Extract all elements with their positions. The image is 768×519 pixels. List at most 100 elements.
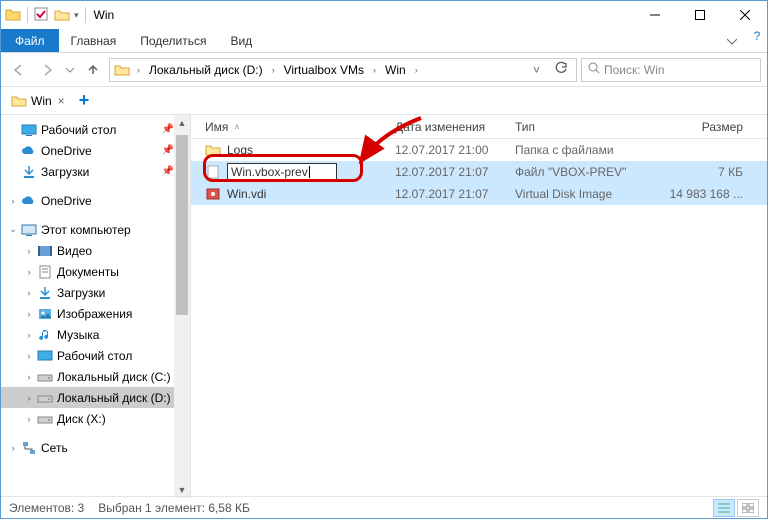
download-icon: [37, 285, 53, 301]
file-date: 12.07.2017 21:07: [389, 187, 509, 201]
folder-tab-label: Win: [31, 94, 52, 108]
column-headers: Имя˄ Дата изменения Тип Размер: [191, 115, 767, 139]
new-tab-button[interactable]: +: [79, 90, 90, 111]
tree-item-downloads[interactable]: Загрузки📌: [1, 161, 190, 182]
folder-tab[interactable]: Win ×: [5, 91, 71, 111]
breadcrumb-item[interactable]: Virtualbox VMs: [280, 63, 368, 77]
breadcrumb-item[interactable]: Локальный диск (D:): [145, 63, 267, 77]
drive-icon: [37, 411, 53, 427]
desktop-icon: [37, 348, 53, 364]
folder-icon: [114, 62, 130, 78]
folder-tabstrip: Win × +: [1, 87, 767, 115]
rename-input[interactable]: Win.vbox-prev: [227, 163, 337, 181]
disk-image-icon: [205, 186, 221, 202]
refresh-button[interactable]: [548, 61, 574, 78]
col-type[interactable]: Тип: [509, 120, 659, 134]
close-button[interactable]: [722, 1, 767, 29]
expand-ribbon-button[interactable]: [717, 29, 747, 52]
file-type: Папка с файлами: [509, 143, 659, 157]
scroll-up-icon[interactable]: ▲: [174, 115, 190, 131]
view-mode-buttons: [713, 499, 759, 517]
tree-item-downloads2[interactable]: ›Загрузки: [1, 282, 190, 303]
tree-item-drive-d[interactable]: ›Локальный диск (D:): [1, 387, 190, 408]
close-tab-icon[interactable]: ×: [58, 94, 65, 108]
file-date: 12.07.2017 21:07: [389, 165, 509, 179]
file-type: Файл "VBOX-PREV": [509, 165, 659, 179]
view-icons-button[interactable]: [737, 499, 759, 517]
scrollbar-thumb[interactable]: [176, 135, 188, 315]
search-icon: [588, 62, 600, 77]
chevron-right-icon[interactable]: ›: [370, 65, 379, 75]
checkbox-icon[interactable]: [34, 7, 50, 23]
file-row-renaming[interactable]: Win.vbox-prev 12.07.2017 21:07 Файл "VBO…: [191, 161, 767, 183]
chevron-right-icon[interactable]: ›: [134, 65, 143, 75]
drive-icon: [37, 369, 53, 385]
file-type: Virtual Disk Image: [509, 187, 659, 201]
pin-icon: 📌: [162, 145, 174, 156]
drive-icon: [37, 390, 53, 406]
tab-share[interactable]: Поделиться: [128, 29, 218, 52]
sidebar-scrollbar[interactable]: ▲ ▼: [174, 115, 190, 498]
help-button[interactable]: ?: [747, 29, 767, 52]
file-icon: [205, 164, 221, 180]
tree-item-onedrive[interactable]: OneDrive📌: [1, 140, 190, 161]
network-icon: [21, 440, 37, 456]
status-item-count: Элементов: 3: [9, 501, 84, 515]
tree-item-documents[interactable]: ›Документы: [1, 261, 190, 282]
tree-item-desktop2[interactable]: ›Рабочий стол: [1, 345, 190, 366]
nav-back-button[interactable]: [7, 58, 31, 82]
file-row[interactable]: Win.vdi 12.07.2017 21:07 Virtual Disk Im…: [191, 183, 767, 205]
maximize-button[interactable]: [677, 1, 722, 29]
view-details-button[interactable]: [713, 499, 735, 517]
chevron-right-icon[interactable]: ›: [269, 65, 278, 75]
minimize-button[interactable]: [632, 1, 677, 29]
cloud-icon: [21, 143, 37, 159]
tree-item-pictures[interactable]: ›Изображения: [1, 303, 190, 324]
tree-item-drive-x[interactable]: ›Диск (X:): [1, 408, 190, 429]
col-name[interactable]: Имя˄: [199, 120, 389, 134]
nav-forward-button[interactable]: [35, 58, 59, 82]
folder-small-icon[interactable]: [54, 7, 70, 23]
tab-home[interactable]: Главная: [59, 29, 129, 52]
tree-item-this-pc[interactable]: ⌄Этот компьютер: [1, 219, 190, 240]
separator: [27, 7, 28, 23]
breadcrumb-item[interactable]: Win: [381, 63, 410, 77]
col-size[interactable]: Размер: [659, 120, 749, 134]
file-size: 7 КБ: [659, 165, 749, 179]
tree-item-videos[interactable]: ›Видео: [1, 240, 190, 261]
pictures-icon: [37, 306, 53, 322]
tree-item-drive-c[interactable]: ›Локальный диск (С:): [1, 366, 190, 387]
separator: [85, 7, 86, 23]
address-dropdown[interactable]: ˅: [527, 63, 546, 77]
status-selection: Выбран 1 элемент: 6,58 КБ: [98, 501, 250, 515]
col-date[interactable]: Дата изменения: [389, 120, 509, 134]
chevron-right-icon[interactable]: ›: [412, 65, 421, 75]
tree-item-music[interactable]: ›Музыка: [1, 324, 190, 345]
tree-item-desktop[interactable]: Рабочий стол📌: [1, 119, 190, 140]
tab-file[interactable]: Файл: [1, 29, 59, 52]
nav-history-dropdown[interactable]: [63, 58, 77, 82]
tree-item-onedrive-root[interactable]: ›OneDrive: [1, 190, 190, 211]
pin-icon: 📌: [162, 124, 174, 135]
cloud-icon: [21, 193, 37, 209]
file-date: 12.07.2017 21:00: [389, 143, 509, 157]
file-name: Win.vdi: [227, 187, 266, 201]
main-pane: Рабочий стол📌 OneDrive📌 Загрузки📌 ›OneDr…: [1, 115, 767, 498]
computer-icon: [21, 222, 37, 238]
file-row-folder[interactable]: Logs 12.07.2017 21:00 Папка с файлами: [191, 139, 767, 161]
file-name: Logs: [227, 143, 253, 157]
qat-dropdown[interactable]: ▾: [74, 10, 79, 21]
nav-up-button[interactable]: [81, 58, 105, 82]
folder-icon: [5, 7, 21, 23]
tab-view[interactable]: Вид: [218, 29, 264, 52]
document-icon: [37, 264, 53, 280]
file-list: Имя˄ Дата изменения Тип Размер Logs 12.0…: [191, 115, 767, 498]
navigation-tree: Рабочий стол📌 OneDrive📌 Загрузки📌 ›OneDr…: [1, 115, 191, 498]
address-bar[interactable]: › Локальный диск (D:) › Virtualbox VMs ›…: [109, 58, 577, 82]
status-bar: Элементов: 3 Выбран 1 элемент: 6,58 КБ: [1, 496, 767, 518]
video-icon: [37, 243, 53, 259]
tree-item-network[interactable]: ›Сеть: [1, 437, 190, 458]
search-input[interactable]: Поиск: Win: [581, 58, 761, 82]
download-icon: [21, 164, 37, 180]
quick-access-toolbar: ▾: [5, 7, 88, 23]
